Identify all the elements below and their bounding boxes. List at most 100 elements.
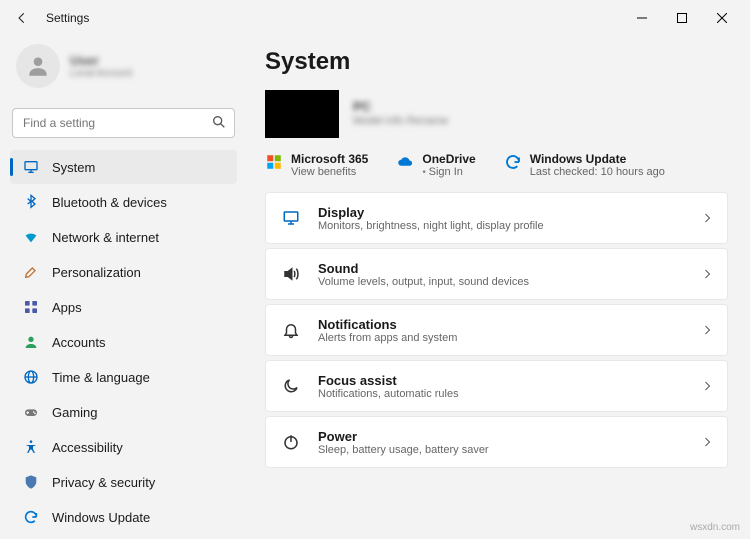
sidebar-item-accounts[interactable]: Accounts: [10, 325, 237, 359]
sidebar-item-gaming[interactable]: Gaming: [10, 395, 237, 429]
search-box: [12, 108, 235, 138]
device-block[interactable]: PC Model info Rename: [265, 90, 728, 138]
titlebar: Settings: [0, 0, 750, 36]
sidebar-item-privacy-security[interactable]: Privacy & security: [10, 465, 237, 499]
device-text: PC Model info Rename: [353, 99, 448, 128]
sidebar-item-network-internet[interactable]: Network & internet: [10, 220, 237, 254]
quick-sub: View benefits: [291, 166, 368, 178]
sidebar-item-windows-update[interactable]: Windows Update: [10, 500, 237, 534]
ms365-icon: [265, 153, 283, 171]
quick-title: Windows Update: [530, 152, 665, 166]
close-button[interactable]: [702, 4, 742, 32]
sidebar: User Local Account System Bluetooth & de…: [0, 36, 247, 539]
sidebar-item-apps[interactable]: Apps: [10, 290, 237, 324]
avatar: [16, 44, 60, 88]
person-icon: [22, 333, 40, 351]
sidebar-item-label: Personalization: [52, 265, 141, 280]
quick-sub: Last checked: 10 hours ago: [530, 166, 665, 178]
card-sub: Volume levels, output, input, sound devi…: [318, 276, 701, 288]
search-input[interactable]: [12, 108, 235, 138]
card-notifications[interactable]: Notifications Alerts from apps and syste…: [265, 304, 728, 356]
moon-icon: [280, 377, 302, 395]
access-icon: [22, 438, 40, 456]
sidebar-item-time-language[interactable]: Time & language: [10, 360, 237, 394]
maximize-button[interactable]: [662, 4, 702, 32]
card-title: Sound: [318, 261, 701, 276]
quick-links: Microsoft 365 View benefits OneDrive Sig…: [265, 152, 728, 178]
profile-text: User Local Account: [70, 53, 132, 79]
sidebar-item-label: Windows Update: [52, 510, 150, 525]
page-title: System: [265, 48, 728, 76]
chevron-right-icon: [701, 436, 713, 448]
display-icon: [280, 209, 302, 227]
sidebar-item-label: Time & language: [52, 370, 150, 385]
shield-icon: [22, 473, 40, 491]
power-icon: [280, 433, 302, 451]
window-title: Settings: [46, 11, 89, 25]
card-sub: Alerts from apps and system: [318, 332, 701, 344]
sidebar-item-label: Gaming: [52, 405, 98, 420]
card-sub: Notifications, automatic rules: [318, 388, 701, 400]
quick-microsoft-[interactable]: Microsoft 365 View benefits: [265, 152, 368, 178]
watermark: wsxdn.com: [690, 522, 740, 533]
card-sub: Monitors, brightness, night light, displ…: [318, 220, 701, 232]
sidebar-nav: System Bluetooth & devices Network & int…: [10, 150, 237, 534]
sidebar-item-bluetooth-devices[interactable]: Bluetooth & devices: [10, 185, 237, 219]
sidebar-item-personalization[interactable]: Personalization: [10, 255, 237, 289]
game-icon: [22, 403, 40, 421]
search-icon: [211, 114, 227, 130]
sidebar-item-label: Privacy & security: [52, 475, 155, 490]
maximize-icon: [677, 13, 687, 23]
card-power[interactable]: Power Sleep, battery usage, battery save…: [265, 416, 728, 468]
quick-windows-update[interactable]: Windows Update Last checked: 10 hours ag…: [504, 152, 665, 178]
device-sub: Model info Rename: [353, 114, 448, 128]
sidebar-item-label: System: [52, 160, 95, 175]
sidebar-item-accessibility[interactable]: Accessibility: [10, 430, 237, 464]
quick-onedrive[interactable]: OneDrive Sign In: [396, 152, 475, 178]
quick-title: Microsoft 365: [291, 152, 368, 166]
onedrive-icon: [396, 153, 414, 171]
settings-window: Settings User Local Account: [0, 0, 750, 539]
sidebar-item-label: Bluetooth & devices: [52, 195, 167, 210]
sound-icon: [280, 265, 302, 283]
chevron-right-icon: [701, 324, 713, 336]
profile-block[interactable]: User Local Account: [10, 36, 237, 104]
quick-title: OneDrive: [422, 152, 475, 166]
bluetooth-icon: [22, 193, 40, 211]
apps-icon: [22, 298, 40, 316]
profile-sub: Local Account: [70, 68, 132, 79]
sidebar-item-label: Accounts: [52, 335, 105, 350]
display-icon: [22, 158, 40, 176]
person-icon: [25, 53, 51, 79]
globe-icon: [22, 368, 40, 386]
update-icon: [504, 153, 522, 171]
minimize-icon: [637, 13, 647, 23]
bell-icon: [280, 321, 302, 339]
chevron-right-icon: [701, 380, 713, 392]
chevron-right-icon: [701, 268, 713, 280]
minimize-button[interactable]: [622, 4, 662, 32]
sidebar-item-label: Accessibility: [52, 440, 123, 455]
card-title: Focus assist: [318, 373, 701, 388]
device-name: PC: [353, 99, 448, 114]
quick-sub: Sign In: [422, 166, 475, 178]
update-icon: [22, 508, 40, 526]
card-display[interactable]: Display Monitors, brightness, night ligh…: [265, 192, 728, 244]
chevron-right-icon: [701, 212, 713, 224]
back-button[interactable]: [8, 4, 36, 32]
main-pane: System PC Model info Rename Microsoft 36…: [247, 36, 750, 539]
brush-icon: [22, 263, 40, 281]
card-title: Notifications: [318, 317, 701, 332]
card-focus-assist[interactable]: Focus assist Notifications, automatic ru…: [265, 360, 728, 412]
device-thumbnail: [265, 90, 339, 138]
close-icon: [717, 13, 727, 23]
sidebar-item-label: Network & internet: [52, 230, 159, 245]
card-sound[interactable]: Sound Volume levels, output, input, soun…: [265, 248, 728, 300]
sidebar-item-label: Apps: [52, 300, 82, 315]
wifi-icon: [22, 228, 40, 246]
profile-name: User: [70, 53, 132, 68]
sidebar-item-system[interactable]: System: [10, 150, 237, 184]
arrow-left-icon: [15, 11, 29, 25]
card-sub: Sleep, battery usage, battery saver: [318, 444, 701, 456]
settings-cards: Display Monitors, brightness, night ligh…: [265, 192, 728, 468]
